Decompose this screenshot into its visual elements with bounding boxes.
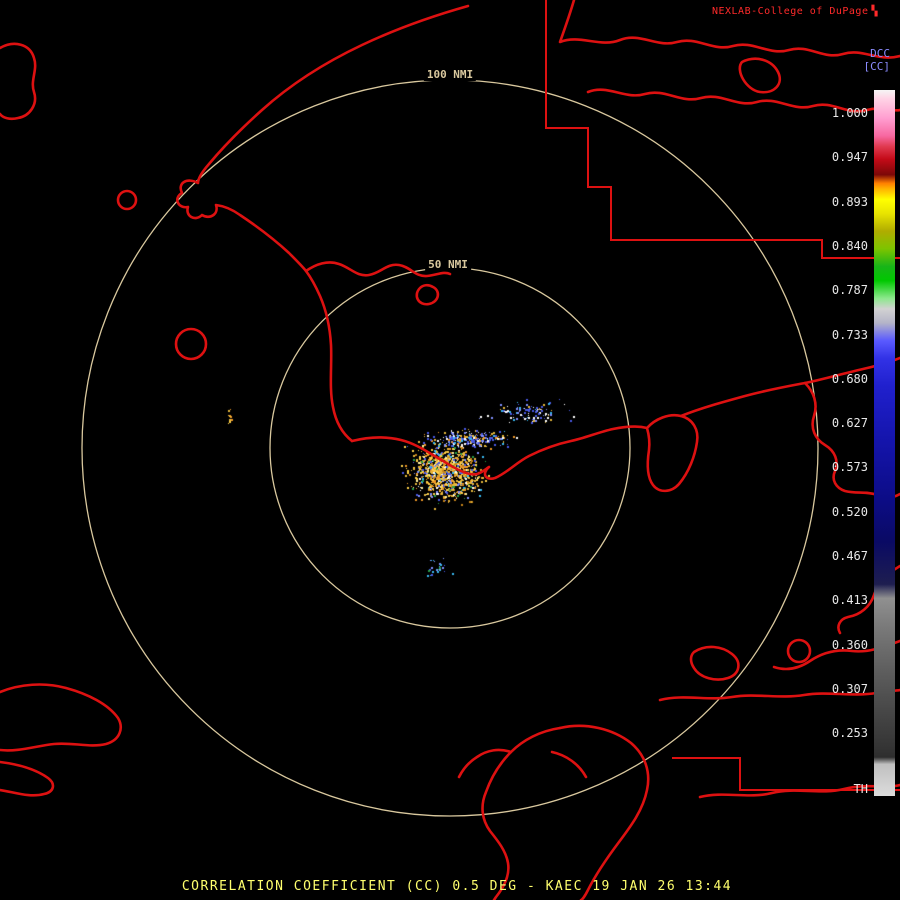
lake-bottom-east-shore (558, 724, 650, 900)
range-ring-label-100nmi: 100 NMI (423, 69, 477, 81)
product-label-block: DCC [CC] (864, 47, 891, 73)
small-lake-loop (415, 283, 440, 306)
coastline-bottomright-b (658, 688, 900, 702)
brand-title: NEXLAB-College of DuPage ▚ (712, 6, 878, 17)
brand-logo-glyph: ▚ (871, 6, 878, 17)
lake-bottom-inner (550, 750, 588, 779)
coastline-topright-b (586, 88, 900, 113)
brand-text: NEXLAB-College of DuPage (711, 6, 869, 17)
range-ring-100nmi (81, 79, 819, 817)
range-rings (81, 79, 819, 817)
radar-display: 100 NMI 50 NMI NEXLAB-College of DuPage ▚… (0, 0, 900, 900)
coastline-northeast (679, 356, 900, 418)
range-ring-label-50nmi: 50 NMI (425, 259, 471, 271)
island-bottomright (689, 645, 740, 681)
colorbar (874, 90, 895, 796)
range-ring-50nmi (269, 267, 631, 629)
lake-circle-right (786, 638, 812, 664)
product-unit: [CC] (863, 60, 891, 73)
product-caption: CORRELATION COEFFICIENT (CC) 0.5 DEG - K… (181, 879, 733, 894)
island-topleft (0, 42, 37, 121)
island-topright (738, 57, 781, 94)
lake-circle-small (116, 189, 138, 211)
boundary-steps-topright (545, 0, 900, 259)
coastline-bottomleft-b (0, 760, 55, 797)
map-overlay (0, 0, 900, 900)
lake-bottom-west-shore (481, 726, 562, 900)
lake-circle-mid (174, 327, 208, 361)
peninsula-blob-east (645, 413, 699, 493)
political-boundaries (545, 0, 900, 791)
coastline-central (350, 425, 649, 480)
lake-bottom-west-arm (457, 748, 513, 779)
coastline-outlines (0, 0, 900, 900)
coastline-bottomleft-a (0, 683, 122, 752)
product-code: DCC (870, 47, 890, 60)
